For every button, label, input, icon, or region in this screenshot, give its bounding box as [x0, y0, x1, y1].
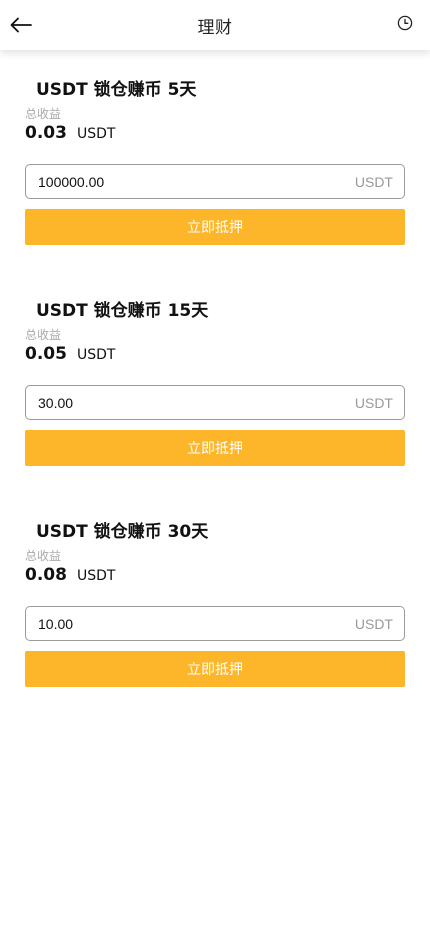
income-label: 总收益: [25, 328, 62, 342]
income-row: 0.08 USDT: [25, 565, 115, 585]
product-title: USDT 锁仓赚币 15天: [36, 301, 209, 321]
pledge-button[interactable]: 立即抵押: [25, 209, 405, 245]
income-value: 0.08: [25, 565, 67, 585]
pledge-button[interactable]: 立即抵押: [25, 430, 405, 466]
top-bar: 理财: [0, 0, 430, 50]
pledge-button[interactable]: 立即抵押: [25, 651, 405, 687]
page-title: 理财: [197, 17, 233, 38]
income-label: 总收益: [25, 549, 62, 563]
back-button[interactable]: [8, 12, 34, 38]
amount-unit: USDT: [354, 615, 393, 632]
income-unit: USDT: [76, 126, 116, 142]
amount-input[interactable]: [26, 386, 355, 419]
finance-page: 理财 USDT 锁仓赚币 5天 总收益 0.03 USDT USDT 立即抵押 …: [0, 0, 430, 932]
clock-icon: [397, 15, 413, 31]
income-value: 0.03: [25, 123, 67, 143]
amount-unit: USDT: [354, 394, 393, 411]
amount-input[interactable]: [26, 607, 355, 640]
history-button[interactable]: [397, 15, 413, 31]
income-row: 0.05 USDT: [25, 344, 115, 364]
income-unit: USDT: [76, 347, 116, 363]
arrow-left-icon: [10, 17, 32, 33]
income-label: 总收益: [25, 107, 62, 121]
amount-field[interactable]: USDT: [25, 164, 405, 199]
amount-input[interactable]: [26, 165, 355, 198]
amount-field[interactable]: USDT: [25, 606, 405, 641]
product-title: USDT 锁仓赚币 5天: [36, 80, 197, 100]
product-title: USDT 锁仓赚币 30天: [36, 522, 209, 542]
income-value: 0.05: [25, 344, 67, 364]
income-unit: USDT: [76, 568, 116, 584]
amount-field[interactable]: USDT: [25, 385, 405, 420]
amount-unit: USDT: [354, 173, 393, 190]
income-row: 0.03 USDT: [25, 123, 115, 143]
